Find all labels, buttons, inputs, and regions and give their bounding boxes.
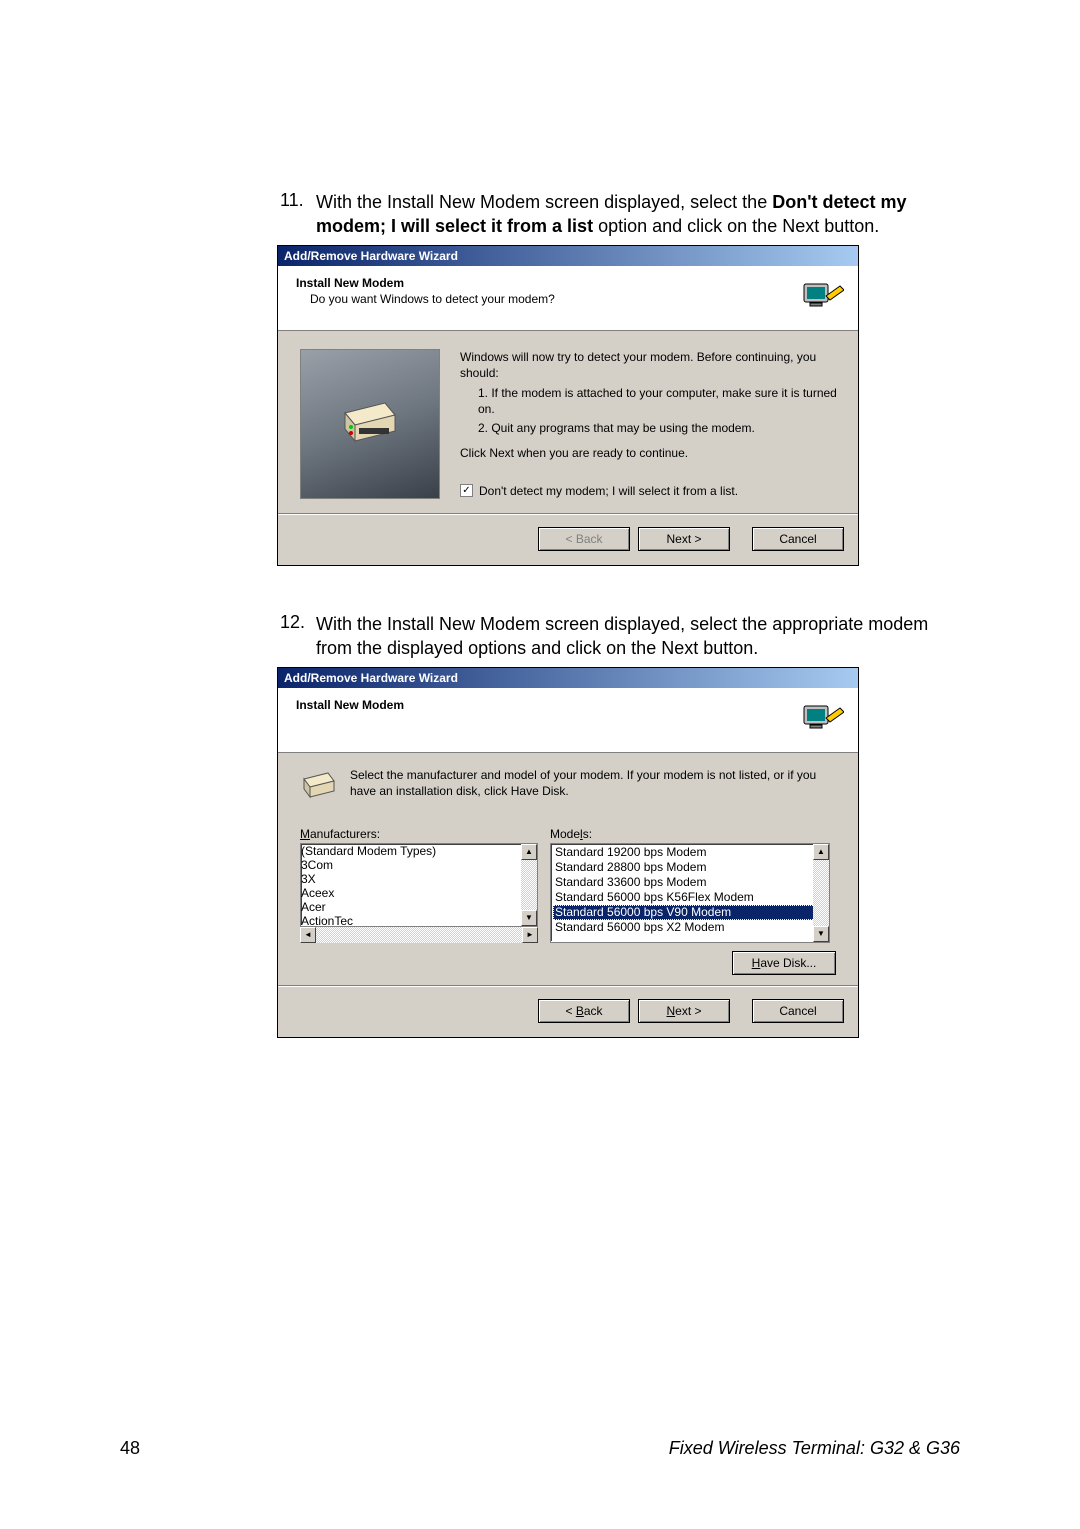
header-text: Install New Modem — [296, 698, 404, 714]
next-button[interactable]: Next > — [638, 999, 730, 1023]
instruction-step-11: 11. With the Install New Modem screen di… — [280, 190, 960, 239]
next-button[interactable]: Next > — [638, 527, 730, 551]
dialog-header: Install New Modem Do you want Windows to… — [278, 266, 858, 331]
header-title: Install New Modem — [296, 276, 555, 290]
header-subtitle: Do you want Windows to detect your modem… — [310, 292, 555, 306]
instruction-step-12: 12. With the Install New Modem screen di… — [280, 612, 960, 661]
page-number: 48 — [120, 1438, 140, 1459]
models-label: Models: — [550, 827, 592, 841]
scroll-right-icon[interactable]: ► — [522, 927, 538, 943]
list-item[interactable]: 3Com — [301, 858, 537, 872]
scroll-down-icon[interactable]: ▼ — [813, 926, 829, 942]
models-listbox[interactable]: Standard 19200 bps Modem Standard 28800 … — [550, 843, 830, 943]
step-number: 12. — [280, 612, 316, 661]
scroll-up-icon[interactable]: ▲ — [521, 844, 537, 860]
checkbox-row[interactable]: ✓ Don't detect my modem; I will select i… — [460, 483, 838, 499]
column-labels: Manufacturers: Models: — [300, 827, 838, 841]
body-continue: Click Next when you are ready to continu… — [460, 445, 838, 461]
scroll-track[interactable] — [521, 860, 537, 910]
cancel-button[interactable]: Cancel — [752, 999, 844, 1023]
hardware-wizard-icon — [802, 698, 844, 740]
manufacturers-listbox[interactable]: (Standard Modem Types) 3Com 3X Aceex Ace… — [300, 843, 538, 927]
list-item[interactable]: Standard 33600 bps Modem — [553, 875, 829, 890]
scroll-down-icon[interactable]: ▼ — [521, 910, 537, 926]
page-footer-right: Fixed Wireless Terminal: G32 & G36 — [669, 1438, 960, 1459]
body-intro: Windows will now try to detect your mode… — [460, 349, 838, 381]
scroll-up-icon[interactable]: ▲ — [813, 844, 829, 860]
cancel-button[interactable]: Cancel — [752, 527, 844, 551]
page-footer: 48 Fixed Wireless Terminal: G32 & G36 — [0, 1438, 1080, 1459]
titlebar: Add/Remove Hardware Wizard — [278, 246, 858, 266]
list-item[interactable]: Standard 56000 bps K56Flex Modem — [553, 890, 829, 905]
header-text: Install New Modem Do you want Windows to… — [296, 276, 555, 306]
dialog-install-new-modem-detect: Add/Remove Hardware Wizard Install New M… — [277, 245, 859, 566]
dialog-header: Install New Modem — [278, 688, 858, 753]
scroll-track[interactable] — [316, 927, 522, 943]
body-item-2: 2. Quit any programs that may be using t… — [478, 420, 838, 436]
scrollbar-vertical[interactable]: ▲ ▼ — [521, 844, 537, 926]
list-item[interactable]: (Standard Modem Types) — [301, 844, 537, 858]
dialog-body: Windows will now try to detect your mode… — [278, 331, 858, 513]
scroll-left-icon[interactable]: ◄ — [300, 927, 316, 943]
body-item-1: 1. If the modem is attached to your comp… — [478, 385, 838, 417]
select-text: Select the manufacturer and model of you… — [350, 767, 838, 799]
scrollbar-vertical[interactable]: ▲ ▼ — [813, 844, 829, 942]
step11-mid: option and click on the Next button. — [593, 216, 879, 236]
dialog-install-new-modem-select: Add/Remove Hardware Wizard Install New M… — [277, 667, 859, 1038]
step-body: With the Install New Modem screen displa… — [316, 190, 960, 239]
modem-graphic — [300, 349, 440, 499]
modem-icon — [300, 767, 338, 805]
scrollbar-horizontal[interactable]: ◄ ► — [300, 927, 538, 943]
list-item[interactable]: Acer — [301, 900, 537, 914]
have-disk-row: Have Disk... — [300, 951, 838, 975]
titlebar: Add/Remove Hardware Wizard — [278, 668, 858, 688]
manufacturers-items: (Standard Modem Types) 3Com 3X Aceex Ace… — [301, 844, 537, 927]
dialog-footer: < Back Next > Cancel — [278, 515, 858, 565]
scroll-track[interactable] — [813, 860, 829, 926]
models-items: Standard 19200 bps Modem Standard 28800 … — [551, 844, 829, 935]
list-item[interactable]: ActionTec — [301, 914, 537, 927]
manufacturers-wrap: (Standard Modem Types) 3Com 3X Aceex Ace… — [300, 843, 538, 943]
have-disk-button[interactable]: Have Disk... — [732, 951, 836, 975]
listboxes: (Standard Modem Types) 3Com 3X Aceex Ace… — [300, 843, 838, 943]
list-item[interactable]: Standard 56000 bps X2 Modem — [553, 920, 829, 935]
back-button: < Back — [538, 527, 630, 551]
list-item[interactable]: Aceex — [301, 886, 537, 900]
manufacturers-label: Manufacturers: — [300, 827, 538, 841]
checkbox-label: Don't detect my modem; I will select it … — [479, 483, 738, 499]
step11-pre: With the Install New Modem screen displa… — [316, 192, 772, 212]
select-instruction-row: Select the manufacturer and model of you… — [300, 767, 838, 805]
list-item[interactable]: 3X — [301, 872, 537, 886]
dialog-body-text: Windows will now try to detect your mode… — [460, 349, 838, 499]
list-item[interactable]: Standard 56000 bps V90 Modem — [553, 905, 829, 920]
back-button[interactable]: < Back — [538, 999, 630, 1023]
step-number: 11. — [280, 190, 316, 239]
dont-detect-checkbox[interactable]: ✓ — [460, 484, 473, 497]
list-item[interactable]: Standard 28800 bps Modem — [553, 860, 829, 875]
header-title: Install New Modem — [296, 698, 404, 712]
list-item[interactable]: Standard 19200 bps Modem — [553, 845, 829, 860]
hardware-wizard-icon — [802, 276, 844, 318]
step-body: With the Install New Modem screen displa… — [316, 612, 960, 661]
dialog-body: Select the manufacturer and model of you… — [278, 753, 858, 985]
dialog-footer: < Back Next > Cancel — [278, 987, 858, 1037]
